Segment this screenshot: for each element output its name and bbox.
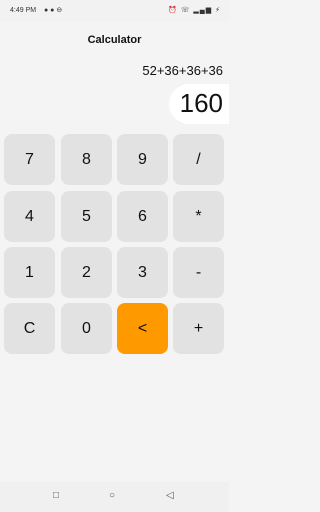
- key-divide[interactable]: /: [173, 134, 224, 185]
- recents-icon[interactable]: □: [53, 490, 59, 501]
- status-time: 4:49 PM: [10, 7, 37, 14]
- key-4[interactable]: 4: [4, 191, 55, 242]
- key-9[interactable]: 9: [117, 134, 168, 185]
- app-title: Calculator: [87, 34, 142, 46]
- system-status-icons: ⏰ ☏ ▂▄▆ ⚡: [168, 7, 221, 14]
- result-display: 160: [179, 88, 223, 118]
- notification-icons: ● ● ⊖: [44, 7, 63, 14]
- status-bar: 4:49 PM ● ● ⊖ ⏰ ☏ ▂▄▆ ⚡: [0, 0, 229, 22]
- key-5[interactable]: 5: [61, 191, 112, 242]
- key-subtract[interactable]: -: [173, 247, 224, 298]
- key-add[interactable]: +: [173, 303, 224, 354]
- key-3[interactable]: 3: [117, 247, 168, 298]
- key-1[interactable]: 1: [4, 247, 55, 298]
- key-7[interactable]: 7: [4, 134, 55, 185]
- key-backspace[interactable]: <: [117, 303, 168, 354]
- home-icon[interactable]: ○: [109, 490, 115, 501]
- key-6[interactable]: 6: [117, 191, 168, 242]
- back-icon[interactable]: ◁: [166, 490, 174, 501]
- key-0[interactable]: 0: [61, 303, 112, 354]
- key-2[interactable]: 2: [61, 247, 112, 298]
- navigation-bar: □ ○ ◁: [0, 482, 229, 512]
- key-clear[interactable]: C: [4, 303, 55, 354]
- key-8[interactable]: 8: [61, 134, 112, 185]
- expression-display: 52+36+36+36: [142, 63, 223, 78]
- key-multiply[interactable]: *: [173, 191, 224, 242]
